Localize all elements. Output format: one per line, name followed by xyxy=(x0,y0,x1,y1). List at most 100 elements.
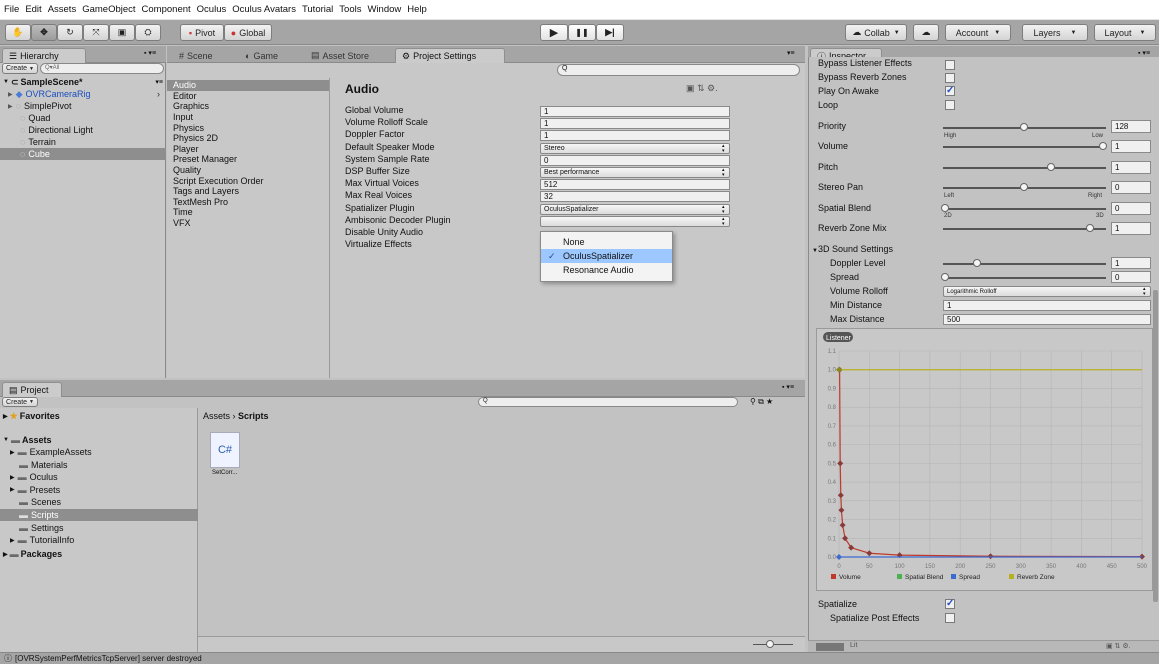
pitch-slider-knob[interactable] xyxy=(1047,163,1055,171)
menu-gameobject[interactable]: GameObject xyxy=(82,4,135,15)
panel-menu-icon[interactable]: ▪ ▾≡ xyxy=(782,383,794,391)
play-on-awake-checkbox[interactable]: ✓ xyxy=(945,86,955,96)
spatialize-checkbox[interactable]: ✓ xyxy=(945,599,955,609)
settings-help-icons[interactable]: ▣ ⇅ ⚙. xyxy=(686,83,718,94)
popup-item-resonance[interactable]: Resonance Audio xyxy=(541,263,672,277)
tab-scene[interactable]: # Scene xyxy=(173,48,233,63)
volume-field[interactable]: 1 xyxy=(1111,140,1151,153)
reverb-mix-field[interactable]: 1 xyxy=(1111,222,1151,235)
hierarchy-search-input[interactable]: Q▾All xyxy=(40,63,164,74)
menu-assets[interactable]: Assets xyxy=(48,4,77,15)
doppler-slider[interactable] xyxy=(943,263,1106,265)
account-dropdown[interactable]: Account ▼ xyxy=(945,24,1011,41)
max-distance-field[interactable]: 500 xyxy=(943,314,1151,325)
tab-game[interactable]: ◐ Game xyxy=(239,48,299,63)
hierarchy-item[interactable]: ◌ Quad xyxy=(20,112,166,124)
filter-icons[interactable]: ⚲ ⧉ ★ xyxy=(750,397,773,407)
breadcrumb-leaf[interactable]: Scripts xyxy=(238,411,269,421)
menu-window[interactable]: Window xyxy=(367,4,401,15)
tab-hierarchy[interactable]: ☰ Hierarchy xyxy=(2,48,86,63)
hierarchy-item[interactable]: ◌ Directional Light xyxy=(20,124,166,136)
menu-tutorial[interactable]: Tutorial xyxy=(302,4,333,15)
settings-search-input[interactable]: Q xyxy=(557,64,800,76)
rolloff-curve-view[interactable]: Listener 1.1 1.0 0.9 0.8 0.7 0.6 0.5 0.4 0.3 0.2 0.… xyxy=(816,328,1153,591)
settings-category-item[interactable]: Script Execution Order xyxy=(167,175,329,186)
settings-category-item[interactable]: TextMesh Pro xyxy=(167,197,329,208)
preview-icons[interactable]: ▣ ⇅ ⚙. xyxy=(1106,642,1131,650)
global-toggle[interactable]: ● Global xyxy=(224,24,272,41)
rolloff-dropdown[interactable]: Logarithmic Rolloff xyxy=(943,286,1151,297)
status-bar[interactable]: ⓘ [OVRSystemPerfMetricsTcpServer] server … xyxy=(0,652,1159,664)
loop-checkbox[interactable] xyxy=(945,100,955,110)
project-tree-item[interactable]: ▬ Scenes xyxy=(0,496,198,508)
project-tree-item[interactable]: ▶ ▬ ExampleAssets xyxy=(0,446,198,458)
csharp-file-icon[interactable]: C# xyxy=(210,432,240,468)
project-create-button[interactable]: Create ▼ xyxy=(2,397,38,407)
settings-category-item[interactable]: Input xyxy=(167,112,329,123)
hierarchy-item[interactable]: ▶ ◌ SimplePivot xyxy=(8,100,166,112)
menu-tools[interactable]: Tools xyxy=(339,4,361,15)
rotate-tool-button[interactable]: ↻ xyxy=(57,24,83,41)
reverb-mix-slider[interactable] xyxy=(943,228,1106,230)
priority-slider-knob[interactable] xyxy=(1020,123,1028,131)
doppler-field[interactable]: 1 xyxy=(1111,257,1151,269)
pitch-field[interactable]: 1 xyxy=(1111,161,1151,174)
layers-dropdown[interactable]: Layers ▼ xyxy=(1022,24,1088,41)
bypass-reverb-checkbox[interactable] xyxy=(945,73,955,83)
settings-field[interactable]: 1 xyxy=(540,118,730,130)
hierarchy-item[interactable]: ▶ ◆ OVRCameraRig › xyxy=(8,88,166,100)
packages-root[interactable]: ▶ ▬ Packages xyxy=(3,548,62,560)
settings-dropdown[interactable]: Best performance xyxy=(540,167,730,178)
collab-dropdown[interactable]: ☁ Collab ▼ xyxy=(845,24,907,41)
settings-category-item[interactable]: Quality xyxy=(167,165,329,176)
cloud-button[interactable]: ☁ xyxy=(913,24,939,41)
settings-field[interactable]: 1 xyxy=(540,130,730,142)
settings-field[interactable]: 0 xyxy=(540,154,730,166)
assets-root[interactable]: ▼ ▬ Assets xyxy=(3,434,51,446)
project-tree-item[interactable]: ▶ ▬ Oculus xyxy=(0,471,198,483)
panel-menu-icon[interactable]: ▾≡ xyxy=(787,49,795,57)
spatial-blend-field[interactable]: 0 xyxy=(1111,202,1151,215)
hierarchy-item-selected[interactable]: ◌ Cube xyxy=(0,148,166,160)
panel-menu-icon[interactable]: ▪ ▾≡ xyxy=(1138,49,1150,57)
tab-project-settings[interactable]: ⚙ Project Settings xyxy=(395,48,505,63)
pitch-slider[interactable] xyxy=(943,167,1106,169)
menu-oculus[interactable]: Oculus xyxy=(197,4,227,15)
pause-button[interactable]: ❚❚ xyxy=(568,24,596,41)
volume-slider-knob[interactable] xyxy=(1099,142,1107,150)
zoom-slider-knob[interactable] xyxy=(766,640,774,648)
menu-help[interactable]: Help xyxy=(407,4,427,15)
menu-file[interactable]: File xyxy=(4,4,19,15)
project-tree-item[interactable]: ▬ Settings xyxy=(0,522,198,534)
stereo-pan-field[interactable]: 0 xyxy=(1111,181,1151,194)
breadcrumb-root[interactable]: Assets xyxy=(203,411,230,421)
menu-icon[interactable]: ▾≡ xyxy=(155,78,163,86)
priority-field[interactable]: 128 xyxy=(1111,120,1151,133)
settings-category-item[interactable]: Physics xyxy=(167,122,329,133)
popup-item-oculus[interactable]: ✓ OculusSpatializer xyxy=(541,249,672,263)
volume-slider[interactable] xyxy=(943,146,1106,148)
menu-component[interactable]: Component xyxy=(142,4,191,15)
settings-field[interactable]: 1 xyxy=(540,106,730,117)
settings-category-item[interactable]: Editor xyxy=(167,91,329,102)
project-tree-item[interactable]: ▶ ▬ TutorialInfo xyxy=(0,534,198,546)
popup-item-none[interactable]: None xyxy=(541,235,672,249)
step-button[interactable]: ▶| xyxy=(596,24,624,41)
settings-field[interactable]: 32 xyxy=(540,191,730,203)
transform-tool-button[interactable]: ⛭ xyxy=(135,24,161,41)
settings-dropdown[interactable] xyxy=(540,215,730,227)
settings-dropdown[interactable]: OculusSpatializer xyxy=(540,203,730,215)
menu-edit[interactable]: Edit xyxy=(25,4,41,15)
settings-category-item[interactable]: VFX xyxy=(167,218,329,229)
stereo-pan-knob[interactable] xyxy=(1020,183,1028,191)
tab-asset-store[interactable]: ▤ Asset Store xyxy=(305,48,391,63)
settings-category-item[interactable]: Player xyxy=(167,144,329,155)
settings-category-item[interactable]: Audio xyxy=(167,80,329,91)
layout-dropdown[interactable]: Layout ▼ xyxy=(1094,24,1156,41)
inspector-scrollbar[interactable] xyxy=(1153,290,1158,602)
min-distance-field[interactable]: 1 xyxy=(943,300,1151,311)
spatialize-post-checkbox[interactable] xyxy=(945,613,955,623)
spatial-blend-slider[interactable] xyxy=(943,208,1106,210)
spread-knob[interactable] xyxy=(941,273,949,281)
project-tree-item[interactable]: ▬ Materials xyxy=(0,459,198,471)
